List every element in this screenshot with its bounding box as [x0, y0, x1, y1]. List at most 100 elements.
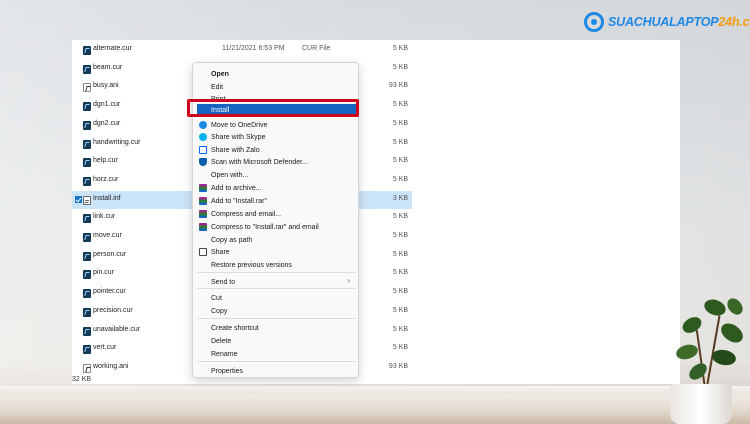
- menu-item-move-to-onedrive[interactable]: Move to OneDrive: [197, 119, 356, 131]
- menu-item-add-to-archive[interactable]: Add to archive...: [197, 182, 356, 194]
- file-size: 93 KB: [388, 362, 408, 370]
- menu-item-label: Open with...: [211, 171, 249, 179]
- menu-item-create-shortcut[interactable]: Create shortcut: [197, 322, 356, 334]
- menu-item-label: Open: [211, 70, 229, 78]
- logo-mark-icon: [584, 12, 604, 32]
- menu-item-copy-as-path[interactable]: Copy as path: [197, 234, 356, 246]
- file-name: working.ani: [93, 362, 129, 370]
- menu-item-label: Add to archive...: [211, 184, 262, 192]
- file-size: 5 KB: [392, 344, 408, 352]
- menu-item-open[interactable]: Open: [197, 68, 356, 80]
- onedrive-icon: [199, 121, 207, 129]
- file-name: handwriting.cur: [93, 138, 141, 146]
- cursor-file-icon: [83, 307, 91, 317]
- cursor-file-icon: [83, 251, 91, 261]
- logo-text-accent: 24h.com: [718, 15, 750, 29]
- file-size: 5 KB: [392, 101, 408, 109]
- menu-item-label: Restore previous versions: [211, 261, 292, 269]
- menu-item-copy[interactable]: Copy: [197, 305, 356, 317]
- cursor-file-icon: [83, 46, 91, 55]
- file-list-panel: alternate.cur 11/21/2021 6:53 PM CUR File 5…: [72, 40, 680, 384]
- file-size: 5 KB: [392, 63, 408, 71]
- file-name: alternate.cur: [93, 45, 132, 52]
- file-row[interactable]: alternate.cur 11/21/2021 6:53 PM CUR File 5…: [72, 41, 412, 59]
- winrar-icon: [199, 210, 207, 218]
- file-size: 5 KB: [392, 325, 408, 333]
- file-name: horz.cur: [93, 175, 119, 183]
- menu-item-send-to[interactable]: Send to ›: [197, 276, 356, 288]
- file-size: 5 KB: [392, 138, 408, 146]
- menu-item-edit[interactable]: Edit: [197, 81, 356, 93]
- cursor-file-icon: [83, 214, 91, 224]
- menu-separator: [197, 272, 356, 273]
- file-name: help.cur: [93, 157, 118, 165]
- cursor-file-icon: [83, 270, 91, 280]
- file-name: dgn1.cur: [93, 101, 121, 109]
- file-name: precision.cur: [93, 306, 133, 314]
- file-name: unavailable.cur: [93, 325, 141, 333]
- cursor-file-icon: [83, 102, 91, 112]
- cursor-file-icon: [83, 326, 91, 336]
- menu-item-label: Share: [211, 248, 230, 256]
- file-date: 11/21/2021 6:53 PM: [222, 45, 285, 52]
- cursor-file-icon: [83, 233, 91, 242]
- menu-item-rename[interactable]: Rename: [197, 348, 356, 360]
- menu-item-compress-to-install-rar-and-email[interactable]: Compress to "Install.rar" and email: [197, 221, 356, 233]
- menu-item-share-with-skype[interactable]: Share with Skype: [197, 131, 356, 143]
- file-name: busy.ani: [93, 82, 119, 90]
- cursor-file-icon: [83, 120, 91, 130]
- file-size: 5 KB: [392, 213, 408, 221]
- cursor-file-icon: [83, 176, 91, 186]
- menu-item-delete[interactable]: Delete: [197, 335, 356, 347]
- file-size: 5 KB: [392, 306, 408, 314]
- file-name: vert.cur: [93, 344, 117, 352]
- file-size: 93 KB: [388, 82, 408, 90]
- menu-item-label: Create shortcut: [211, 324, 259, 332]
- file-name: move.cur: [93, 232, 122, 239]
- cursor-file-icon: [83, 345, 91, 355]
- file-size: 5 KB: [392, 269, 408, 277]
- file-size: 5 KB: [392, 288, 408, 296]
- menu-item-label: Send to: [211, 278, 236, 286]
- row-checkbox[interactable]: [75, 195, 82, 203]
- defender-shield-icon: [199, 158, 207, 166]
- menu-item-cut[interactable]: Cut: [197, 292, 356, 304]
- setup-info-file-icon: [83, 195, 91, 205]
- chevron-right-icon: ›: [347, 276, 350, 285]
- install-annotation-box: [187, 99, 359, 117]
- file-size: 5 KB: [392, 119, 408, 127]
- animated-cursor-file-icon: [83, 363, 91, 373]
- winrar-icon: [199, 223, 207, 231]
- menu-item-share-with-zalo[interactable]: Share with Zalo: [197, 144, 356, 156]
- menu-item-label: Compress and email...: [211, 210, 282, 218]
- menu-item-add-to-install-rar[interactable]: Add to "Install.rar": [197, 195, 356, 207]
- plant-pot: [670, 384, 732, 424]
- status-size-text: 32 KB: [72, 376, 92, 383]
- skype-icon: [199, 133, 207, 141]
- menu-item-label: Copy: [211, 307, 228, 315]
- menu-item-properties[interactable]: Properties: [197, 365, 356, 377]
- menu-item-label: Properties: [211, 367, 243, 375]
- menu-item-label: Rename: [211, 350, 238, 358]
- menu-item-label: Delete: [211, 337, 232, 345]
- menu-item-scan-with-microsoft-defender[interactable]: Scan with Microsoft Defender...: [197, 156, 356, 168]
- file-name: Install.inf: [93, 194, 121, 202]
- menu-item-share[interactable]: Share: [197, 246, 356, 258]
- menu-separator: [197, 361, 356, 362]
- cursor-file-icon: [83, 139, 91, 149]
- cursor-file-icon: [83, 289, 91, 299]
- menu-item-label: Share with Skype: [211, 133, 266, 141]
- file-name: link.cur: [93, 213, 116, 221]
- file-size: 5 KB: [392, 250, 408, 258]
- menu-item-label: Compress to "Install.rar" and email: [211, 223, 319, 231]
- menu-separator: [197, 318, 356, 319]
- menu-item-open-with[interactable]: Open with...: [197, 169, 356, 181]
- menu-item-label: Edit: [211, 83, 224, 91]
- file-type: CUR File: [302, 45, 331, 52]
- brand-logo: SUACHUALAPTOP24h.com: [584, 9, 750, 35]
- logo-text-main: SUACHUALAPTOP: [608, 15, 719, 29]
- menu-item-compress-and-email[interactable]: Compress and email...: [197, 208, 356, 220]
- file-name: pointer.cur: [93, 288, 126, 296]
- menu-item-label: Share with Zalo: [211, 146, 260, 154]
- menu-item-restore-previous-versions[interactable]: Restore previous versions: [197, 259, 356, 271]
